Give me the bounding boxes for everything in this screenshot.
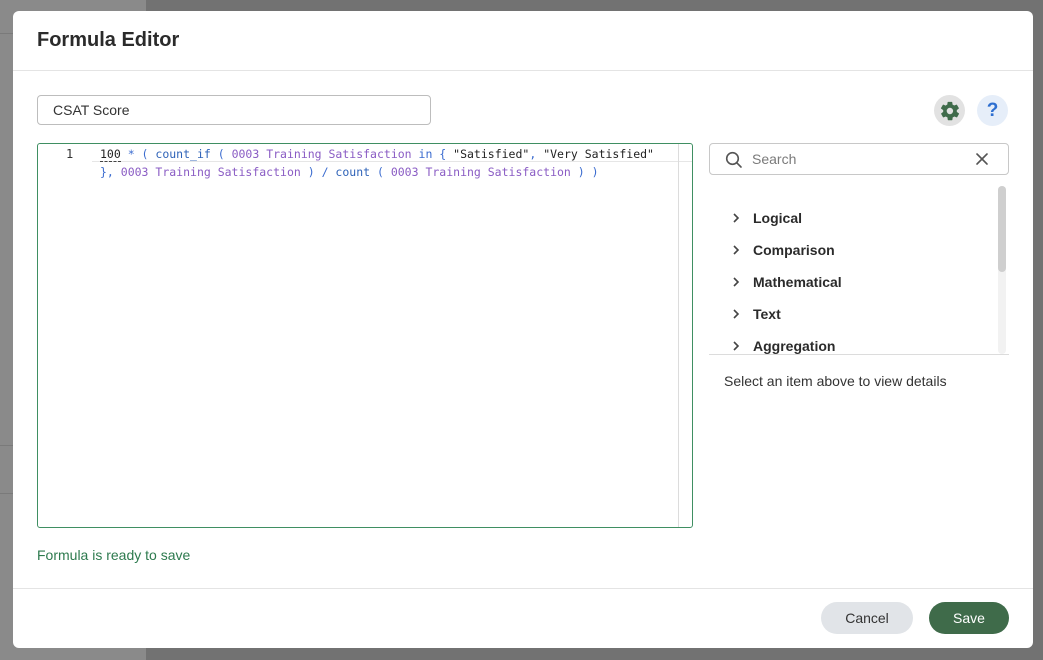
cancel-button[interactable]: Cancel (821, 602, 913, 634)
formula-token-op: * ( (120, 147, 156, 161)
category-mathematical[interactable]: Mathematical (709, 266, 999, 298)
formula-token-str: "Very Satisfied" (543, 147, 654, 161)
formula-token-num: 100 (100, 147, 121, 162)
help-icon: ? (986, 99, 999, 121)
category-scrollbar-thumb[interactable] (998, 186, 1006, 272)
function-search-box[interactable] (709, 143, 1009, 175)
formula-token-field: 0003 Training Satisfaction (231, 147, 412, 161)
function-category-list: Logical Comparison Mathematical Text Agg… (709, 186, 1009, 355)
editor-scrollbar[interactable] (678, 144, 679, 527)
formula-code[interactable]: 100 * ( count_if ( 0003 Training Satisfa… (100, 145, 670, 181)
validation-status: Formula is ready to save (37, 547, 191, 563)
formula-token-str: "Satisfied" (453, 147, 530, 161)
formula-token-fn: count_if (155, 147, 211, 161)
help-button[interactable]: ? (977, 95, 1008, 126)
formula-token-field: 0003 Training Satisfaction (120, 165, 301, 179)
formula-token-kw: in (411, 147, 440, 161)
dialog-header: Formula Editor (13, 11, 1033, 71)
formula-token-op: , (529, 147, 544, 161)
chevron-right-icon (733, 213, 740, 223)
gear-icon (940, 101, 959, 120)
category-label: Logical (753, 210, 803, 226)
formula-token-op: ( (210, 147, 232, 161)
category-label: Mathematical (753, 274, 842, 290)
category-logical[interactable]: Logical (709, 202, 999, 234)
chevron-right-icon (733, 309, 740, 319)
category-label: Text (753, 306, 781, 322)
category-label: Aggregation (753, 338, 836, 354)
line-number: 1 (66, 147, 74, 161)
formula-token-fn: count (335, 165, 371, 179)
chevron-right-icon (733, 277, 740, 287)
chevron-right-icon (733, 245, 740, 255)
search-input[interactable] (752, 150, 972, 168)
formula-token-op: ( (370, 165, 391, 179)
category-text[interactable]: Text (709, 298, 999, 330)
dialog-footer: Cancel Save (13, 588, 1033, 648)
formula-token-op: ) ) (570, 165, 599, 179)
search-icon (725, 151, 742, 168)
chevron-right-icon (733, 341, 740, 351)
category-comparison[interactable]: Comparison (709, 234, 999, 266)
dialog-title: Formula Editor (37, 29, 180, 51)
formula-token-op: { (439, 147, 454, 161)
formula-editor-dialog: Formula Editor ? 1 100 * ( count_if ( 00… (13, 11, 1033, 648)
category-scrollbar[interactable] (998, 186, 1006, 354)
category-aggregation[interactable]: Aggregation (709, 330, 999, 354)
details-placeholder: Select an item above to view details (724, 373, 947, 389)
settings-button[interactable] (934, 95, 965, 126)
category-label: Comparison (753, 242, 835, 258)
save-button[interactable]: Save (929, 602, 1009, 634)
formula-token-field: 0003 Training Satisfaction (390, 165, 571, 179)
formula-token-op: ) / (300, 165, 336, 179)
formula-name-input[interactable] (37, 95, 431, 125)
formula-code-editor[interactable]: 1 100 * ( count_if ( 0003 Training Satis… (37, 143, 693, 528)
clear-search-icon[interactable] (975, 152, 989, 166)
